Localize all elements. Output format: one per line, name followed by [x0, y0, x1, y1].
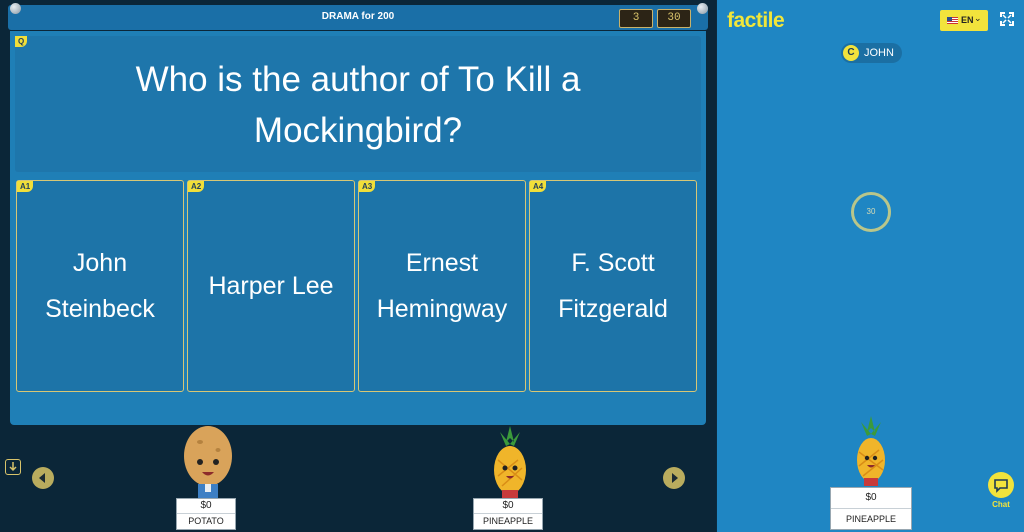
- game-panel: DRAMA for 200 3 30 Q Who is the author o…: [0, 0, 716, 532]
- chat-icon: [994, 479, 1008, 493]
- question-box: Q Who is the author of To Kill a Mocking…: [15, 36, 701, 172]
- pineapple-avatar-icon: [494, 426, 526, 498]
- answer-text: Ernest Hemingway: [376, 249, 508, 323]
- player-score: $0: [474, 499, 542, 514]
- question-board: Q Who is the author of To Kill a Mocking…: [10, 31, 706, 425]
- answer-tag: A3: [359, 181, 376, 192]
- chat-button[interactable]: [988, 472, 1014, 498]
- language-code: EN: [961, 15, 974, 25]
- fullscreen-icon[interactable]: [1000, 12, 1014, 26]
- player-sidebar: factile EN ⌄ C JOHN 30 $0 PINEAPPLE Chat: [717, 0, 1024, 532]
- answer-1[interactable]: A1 John Steinbeck: [16, 180, 184, 392]
- answer-4[interactable]: A4 F. Scott Fitzgerald: [529, 180, 697, 392]
- player-plate: $0 PINEAPPLE: [473, 498, 543, 530]
- language-select[interactable]: EN ⌄: [940, 10, 988, 31]
- potato-avatar-icon: [184, 426, 232, 498]
- current-player-pill: C JOHN: [841, 43, 902, 63]
- question-tag: Q: [15, 36, 28, 47]
- answer-text: John Steinbeck: [45, 249, 155, 323]
- pin-icon: [10, 3, 21, 14]
- answer-tag: A2: [188, 181, 205, 192]
- prev-arrow-icon[interactable]: [32, 467, 54, 489]
- player-name: POTATO: [188, 516, 224, 526]
- player-plate: $0 POTATO: [176, 498, 236, 530]
- pin-icon: [697, 3, 708, 14]
- chat-label[interactable]: Chat: [988, 500, 1014, 509]
- answer-text: Harper Lee: [208, 272, 334, 300]
- countdown-timer: 30: [851, 192, 891, 232]
- player-name: JOHN: [864, 47, 894, 59]
- player-name: PINEAPPLE: [845, 514, 897, 524]
- factile-logo: factile: [727, 9, 785, 32]
- category-title: DRAMA for 200: [321, 11, 395, 22]
- answer-3[interactable]: A3 Ernest Hemingway: [358, 180, 526, 392]
- answer-tag: A4: [530, 181, 547, 192]
- flag-icon: [947, 17, 958, 24]
- player-plate: $0 PINEAPPLE: [830, 487, 912, 530]
- download-icon[interactable]: [5, 459, 21, 475]
- round-counter: 3: [619, 9, 653, 28]
- answer-tag: A1: [17, 181, 34, 192]
- question-text: Who is the author of To Kill a Mockingbi…: [135, 60, 581, 150]
- next-arrow-icon[interactable]: [663, 467, 685, 489]
- player-badge: C: [843, 45, 859, 61]
- player-name: PINEAPPLE: [482, 516, 534, 526]
- time-counter: 30: [657, 9, 691, 28]
- player-score: $0: [177, 499, 235, 514]
- header-bar: DRAMA for 200 3 30: [8, 5, 708, 30]
- pineapple-avatar-icon: [857, 416, 885, 486]
- chevron-down-icon: ⌄: [974, 13, 982, 23]
- answer-text: F. Scott Fitzgerald: [558, 249, 668, 323]
- answer-2[interactable]: A2 Harper Lee: [187, 180, 355, 392]
- player-score: $0: [831, 488, 911, 509]
